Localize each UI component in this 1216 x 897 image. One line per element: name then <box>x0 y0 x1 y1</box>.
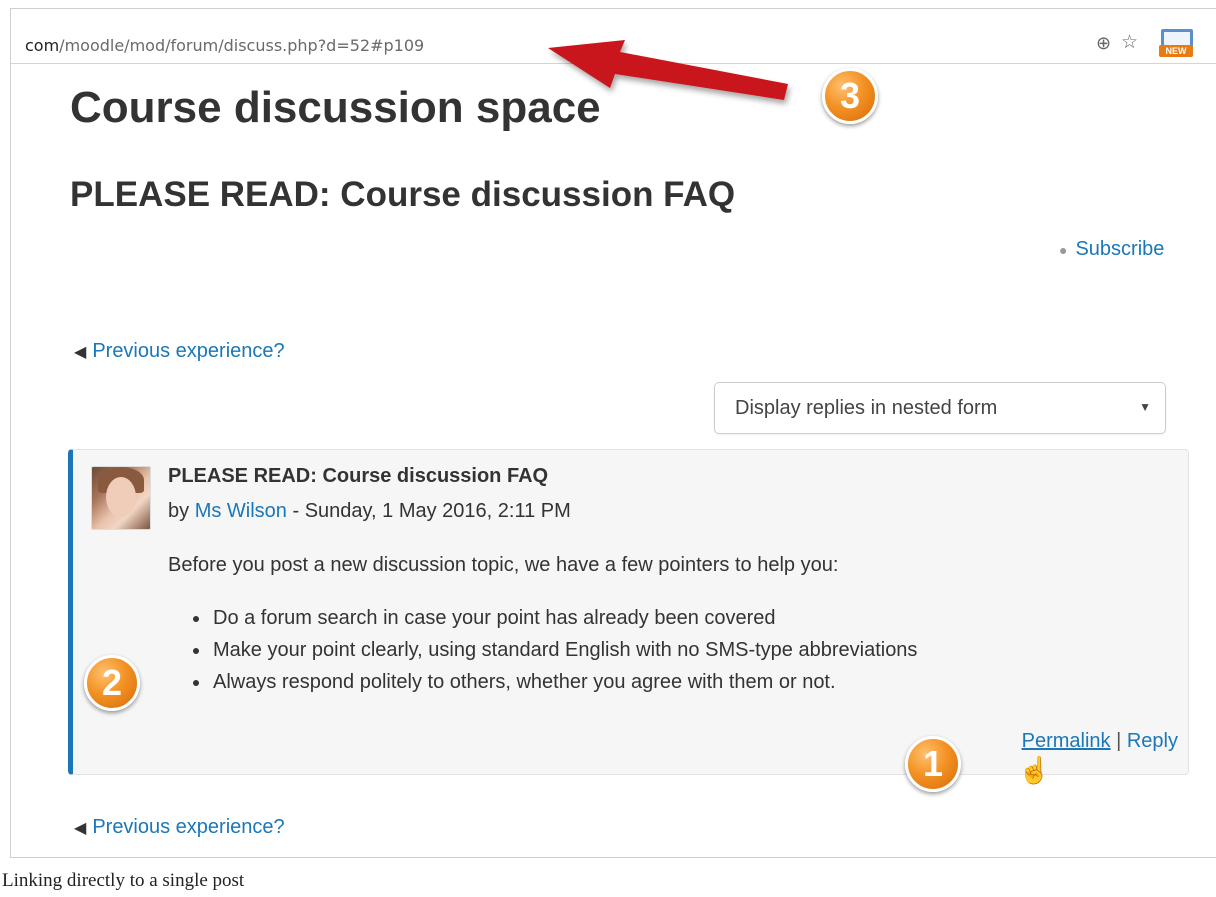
step-badge-1: 1 <box>905 736 961 792</box>
figure-caption: Linking directly to a single post <box>2 870 245 891</box>
step-badge-3: 3 <box>822 68 878 124</box>
step-badge-2: 2 <box>84 655 140 711</box>
arrow-annotation <box>548 40 788 100</box>
